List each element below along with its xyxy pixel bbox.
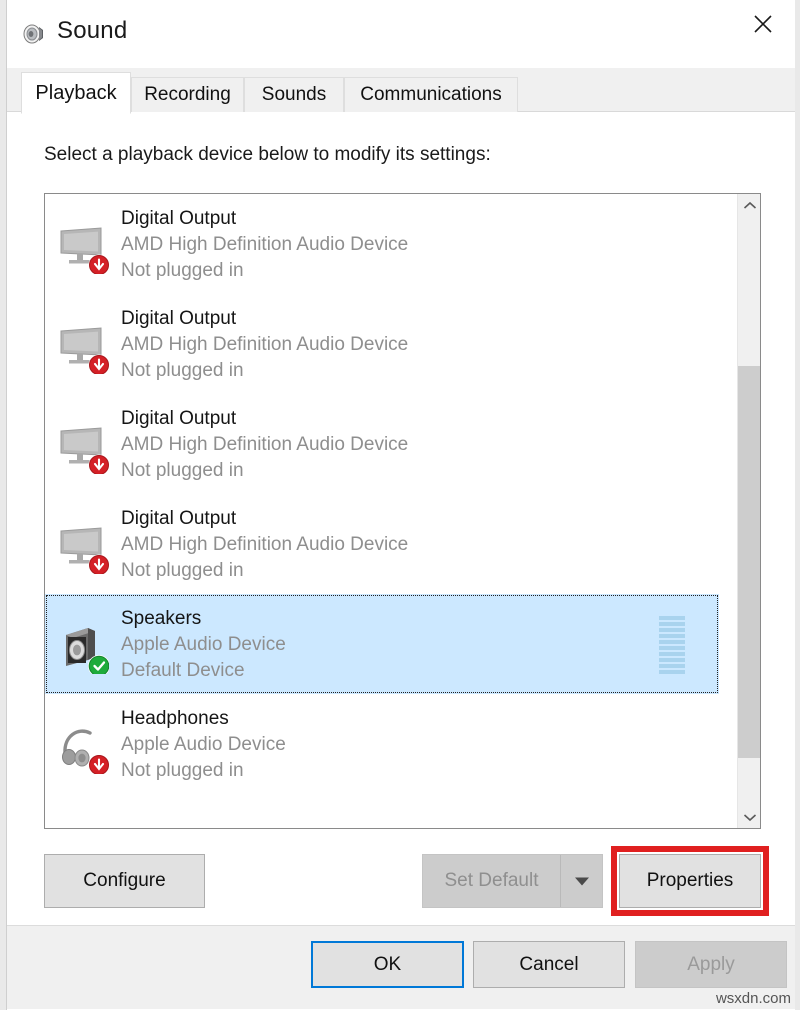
playback-panel: Select a playback device below to modify… (7, 112, 795, 1010)
list-item[interactable]: HeadphonesApple Audio DeviceNot plugged … (45, 694, 761, 794)
monitor-icon (57, 522, 109, 574)
tab-recording[interactable]: Recording (131, 77, 244, 112)
list-item-text: Digital OutputAMD High Definition Audio … (121, 206, 681, 284)
scrollbar-thumb[interactable] (738, 366, 761, 758)
set-default-split-button[interactable]: Set Default (422, 854, 603, 908)
volume-meter (659, 616, 685, 674)
speaker-box-icon (57, 622, 109, 674)
device-list-viewport: plugged inDigital OutputAMD High Definit… (45, 194, 761, 828)
list-item[interactable]: Digital OutputAMD High Definition Audio … (45, 394, 761, 494)
cancel-button[interactable]: Cancel (473, 941, 625, 988)
configure-button[interactable]: Configure (44, 854, 205, 908)
device-status: Not plugged in (121, 558, 681, 584)
device-name: Digital Output (121, 406, 681, 432)
list-item-text: SpeakersApple Audio DeviceDefault Device (121, 606, 681, 684)
chevron-down-icon[interactable] (738, 805, 761, 828)
tab-strip: Playback Recording Sounds Communications (7, 68, 795, 112)
device-name: Digital Output (121, 506, 681, 532)
panel-hint: Select a playback device below to modify… (44, 144, 491, 166)
monitor-icon (57, 422, 109, 474)
set-default-label: Set Default (423, 870, 560, 892)
device-list-items: plugged inDigital OutputAMD High Definit… (45, 194, 761, 794)
device-list-scrollbar[interactable] (737, 194, 760, 828)
device-status: Not plugged in (121, 758, 681, 784)
list-item[interactable]: Digital OutputAMD High Definition Audio … (45, 294, 761, 394)
device-name: Speakers (121, 606, 681, 632)
list-item[interactable]: Digital OutputAMD High Definition Audio … (45, 194, 761, 294)
device-status: Not plugged in (121, 458, 681, 484)
monitor-icon (57, 322, 109, 374)
list-item[interactable]: Digital OutputAMD High Definition Audio … (45, 494, 761, 594)
device-status: Default Device (121, 658, 681, 684)
apply-button[interactable]: Apply (635, 941, 787, 988)
list-item[interactable]: SpeakersApple Audio DeviceDefault Device (45, 594, 719, 694)
tab-sounds[interactable]: Sounds (244, 77, 344, 112)
watermark: wsxdn.com (716, 990, 791, 1007)
tab-communications[interactable]: Communications (344, 77, 518, 112)
device-name: Headphones (121, 706, 681, 732)
device-driver: AMD High Definition Audio Device (121, 532, 681, 558)
device-driver: AMD High Definition Audio Device (121, 232, 681, 258)
chevron-up-icon[interactable] (738, 194, 761, 217)
device-name: Digital Output (121, 306, 681, 332)
headphones-icon (57, 722, 109, 774)
page-title: Sound (57, 17, 127, 45)
device-list[interactable]: plugged inDigital OutputAMD High Definit… (44, 193, 761, 829)
list-item-text: Digital OutputAMD High Definition Audio … (121, 306, 681, 384)
device-driver: AMD High Definition Audio Device (121, 332, 681, 358)
sound-dialog: Sound Playback Recording Sounds Communic… (6, 0, 794, 1010)
title-bar: Sound (7, 0, 795, 68)
device-driver: Apple Audio Device (121, 632, 681, 658)
list-item-text: Digital OutputAMD High Definition Audio … (121, 406, 681, 484)
properties-button[interactable]: Properties (619, 854, 761, 908)
chevron-down-icon[interactable] (560, 855, 602, 907)
device-status: Not plugged in (121, 258, 681, 284)
ok-button[interactable]: OK (311, 941, 464, 988)
tab-playback[interactable]: Playback (21, 72, 131, 114)
close-icon[interactable] (731, 0, 795, 48)
speaker-icon (19, 19, 49, 49)
device-driver: AMD High Definition Audio Device (121, 432, 681, 458)
list-item-text: Digital OutputAMD High Definition Audio … (121, 506, 681, 584)
dialog-footer: OK Cancel Apply wsxdn.com (7, 925, 795, 1009)
device-name: Digital Output (121, 206, 681, 232)
device-status: Not plugged in (121, 358, 681, 384)
list-item-text: HeadphonesApple Audio DeviceNot plugged … (121, 706, 681, 784)
monitor-icon (57, 222, 109, 274)
device-driver: Apple Audio Device (121, 732, 681, 758)
